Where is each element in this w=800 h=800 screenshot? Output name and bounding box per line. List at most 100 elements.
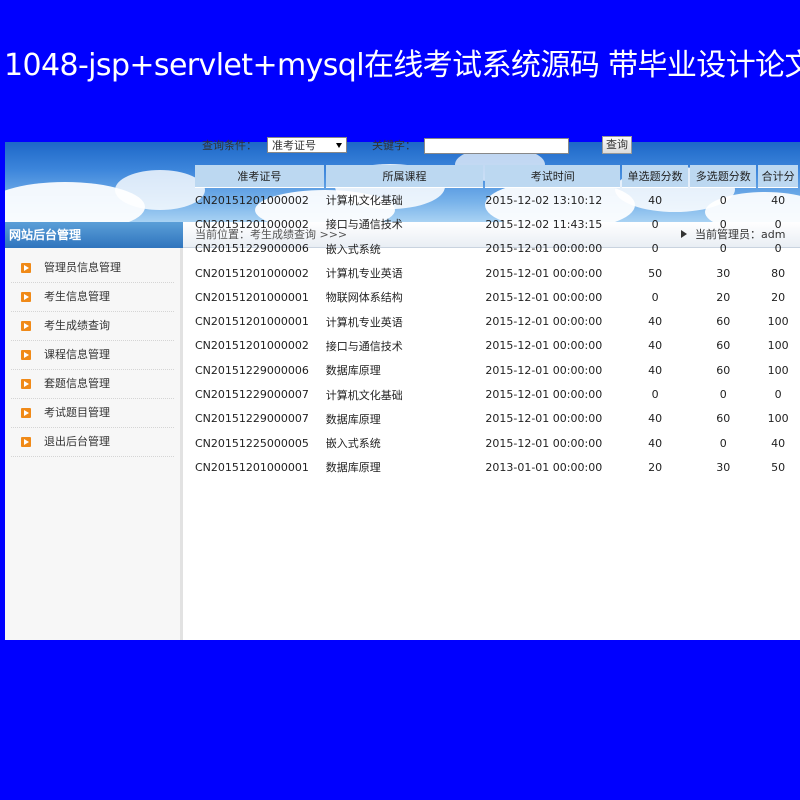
total-score-cell: 50 <box>771 460 786 474</box>
keyword-label: 关键字： <box>372 139 416 152</box>
exam-id-cell: CN20151201000001 <box>195 460 309 474</box>
multi-score-cell: 60 <box>716 412 731 426</box>
exam-time-cell: 2015-12-01 00:00:00 <box>485 436 603 450</box>
column-exam-time-header[interactable]: 考试时间 <box>485 165 621 188</box>
column-course-header[interactable]: 所属课程 <box>325 165 484 188</box>
course-cell: 接口与通信技术 <box>325 218 403 232</box>
course-cell: 数据库原理 <box>325 412 381 426</box>
course-cell: 物联网体系结构 <box>325 291 403 305</box>
sidebar-item[interactable]: 套题信息管理 <box>11 370 174 399</box>
sidebar-item-label: 课程信息管理 <box>44 348 110 361</box>
multi-score-cell: 0 <box>719 217 727 231</box>
sidebar-menu: 管理员信息管理考生信息管理考生成绩查询课程信息管理套题信息管理考试题目管理 退出后… <box>5 248 180 457</box>
play-bullet-icon <box>21 292 31 302</box>
course-cell: 数据库原理 <box>325 364 381 378</box>
column-multi-score-header[interactable]: 多选题分数 <box>690 165 757 188</box>
single-score-cell: 50 <box>648 266 663 280</box>
total-score-cell: 0 <box>774 388 782 402</box>
single-score-cell: 0 <box>651 388 659 402</box>
sidebar-title: 网站后台管理 <box>5 222 183 248</box>
exam-time-cell: 2015-12-01 00:00:00 <box>485 363 603 377</box>
single-score-cell: 40 <box>648 339 663 353</box>
exam-id-cell: CN20151229000007 <box>195 412 309 426</box>
table-row: CN20151201000002 接口与通信技术 2015-12-01 00:00:… <box>195 334 798 358</box>
single-score-cell: 40 <box>648 193 663 207</box>
table-row: CN20151201000001 计算机专业英语 2015-12-01 00:00:… <box>195 309 798 333</box>
keyword-input[interactable] <box>424 138 569 154</box>
exam-time-cell: 2015-12-01 00:00:00 <box>485 315 603 329</box>
exam-time-cell: 2015-12-01 00:00:00 <box>485 339 603 353</box>
multi-score-cell: 0 <box>719 388 727 402</box>
exam-time-cell: 2015-12-01 00:00:00 <box>485 388 603 402</box>
play-bullet-icon <box>21 379 31 389</box>
exam-time-cell: 2015-12-02 11:43:15 <box>485 217 603 231</box>
score-table: 准考证号 所属课程 考试时间 单选题分数 多选题分数 合计分 CN201512010000… <box>193 165 800 480</box>
total-score-cell: 40 <box>771 193 786 207</box>
multi-score-cell: 30 <box>716 266 731 280</box>
single-score-cell: 20 <box>648 460 663 474</box>
exam-id-cell: CN20151201000002 <box>195 217 309 231</box>
course-cell: 接口与通信技术 <box>325 339 403 353</box>
exam-time-cell: 2015-12-02 13:10:12 <box>485 193 603 207</box>
total-score-cell: 0 <box>774 217 782 231</box>
column-total-score-header[interactable]: 合计分 <box>758 165 798 188</box>
single-score-cell: 40 <box>648 315 663 329</box>
sidebar-item[interactable]: 退出后台管理 <box>11 428 174 457</box>
total-score-cell: 20 <box>771 290 786 304</box>
sidebar-item[interactable]: 考生信息管理 <box>11 283 174 312</box>
table-row: CN20151201000002 接口与通信技术 2015-12-02 11:43:… <box>195 212 798 236</box>
condition-label: 查询条件： <box>202 139 257 152</box>
multi-score-cell: 0 <box>719 193 727 207</box>
exam-time-cell: 2015-12-01 00:00:00 <box>485 412 603 426</box>
total-score-cell: 0 <box>774 242 782 256</box>
play-bullet-icon <box>21 350 31 360</box>
sidebar-item[interactable]: 课程信息管理 <box>11 341 174 370</box>
total-score-cell: 100 <box>767 412 789 426</box>
table-row: CN20151201000001 物联网体系结构 2015-12-01 00:00:… <box>195 285 798 309</box>
condition-select[interactable]: 准考证号 <box>267 137 347 153</box>
query-button[interactable]: 查询 <box>602 136 632 154</box>
total-score-cell: 100 <box>767 315 789 329</box>
sidebar: 管理员信息管理考生信息管理考生成绩查询课程信息管理套题信息管理考试题目管理 退出后… <box>5 248 183 640</box>
multi-score-cell: 20 <box>716 290 731 304</box>
total-score-cell: 100 <box>767 339 789 353</box>
table-row: CN20151229000007 数据库原理 2015-12-01 00:00:00… <box>195 407 798 431</box>
table-header-row: 准考证号 所属课程 考试时间 单选题分数 多选题分数 合计分 <box>195 165 798 188</box>
single-score-cell: 40 <box>648 363 663 377</box>
total-score-cell: 100 <box>767 363 789 377</box>
exam-id-cell: CN20151229000006 <box>195 242 309 256</box>
single-score-cell: 0 <box>651 290 659 304</box>
multi-score-cell: 30 <box>716 460 731 474</box>
sidebar-item-label: 考试题目管理 <box>44 406 110 419</box>
sidebar-item-label: 退出后台管理 <box>44 435 110 448</box>
banner-title: 1048-jsp+servlet+mysql在线考试系统源码 带毕业设计论文 <box>4 48 800 83</box>
table-row: CN20151229000006 嵌入式系统 2015-12-01 00:00:00… <box>195 237 798 261</box>
exam-id-cell: CN20151201000002 <box>195 339 309 353</box>
single-score-cell: 0 <box>651 242 659 256</box>
single-score-cell: 40 <box>648 412 663 426</box>
sidebar-item[interactable]: 考生成绩查询 <box>11 312 174 341</box>
column-exam-id-header[interactable]: 准考证号 <box>195 165 324 188</box>
multi-score-cell: 60 <box>716 339 731 353</box>
table-row: CN20151201000001 数据库原理 2013-01-01 00:00:00… <box>195 455 798 479</box>
exam-id-cell: CN20151225000005 <box>195 436 309 450</box>
sidebar-item[interactable]: 管理员信息管理 <box>11 254 174 283</box>
column-single-score-header[interactable]: 单选题分数 <box>622 165 689 188</box>
dropdown-arrow-icon <box>336 143 342 148</box>
exam-id-cell: CN20151229000007 <box>195 388 309 402</box>
table-row: CN20151225000005 嵌入式系统 2015-12-01 00:00:00… <box>195 431 798 455</box>
course-cell: 计算机专业英语 <box>325 267 403 281</box>
total-score-cell: 80 <box>771 266 786 280</box>
play-bullet-icon <box>21 437 31 447</box>
course-cell: 嵌入式系统 <box>325 242 381 256</box>
multi-score-cell: 0 <box>719 242 727 256</box>
play-bullet-icon <box>21 408 31 418</box>
course-cell: 计算机专业英语 <box>325 315 403 329</box>
sidebar-item-label: 考生信息管理 <box>44 290 110 303</box>
multi-score-cell: 60 <box>716 363 731 377</box>
exam-id-cell: CN20151229000006 <box>195 363 309 377</box>
exam-time-cell: 2015-12-01 00:00:00 <box>485 266 603 280</box>
sidebar-item[interactable]: 考试题目管理 <box>11 399 174 428</box>
exam-time-cell: 2015-12-01 00:00:00 <box>485 242 603 256</box>
exam-time-cell: 2015-12-01 00:00:00 <box>485 290 603 304</box>
